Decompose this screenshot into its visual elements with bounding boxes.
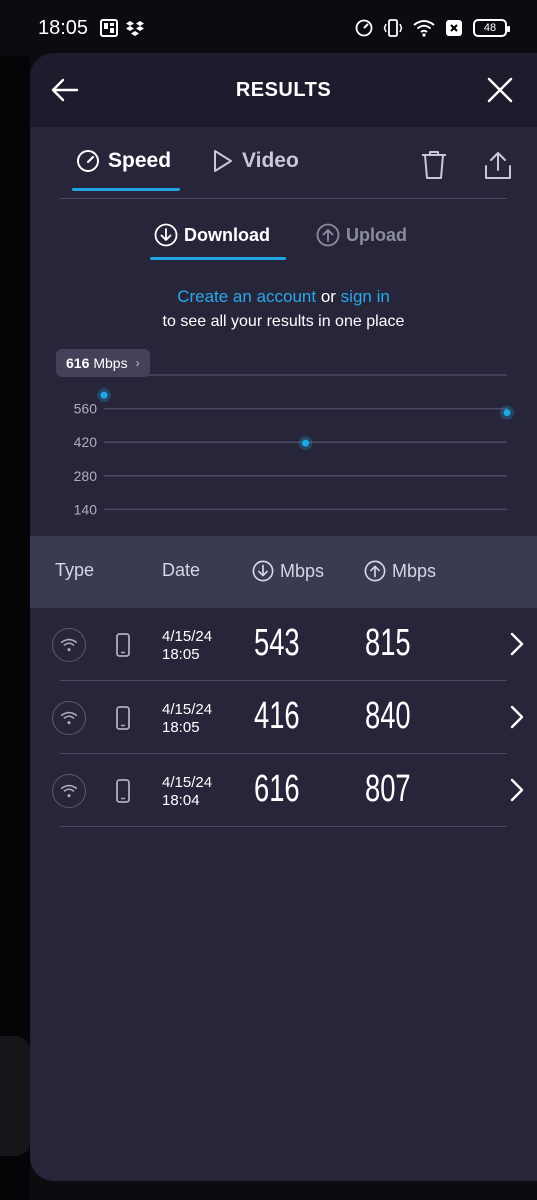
upload-arrow-icon xyxy=(364,560,386,582)
download-arrow-icon xyxy=(154,223,178,247)
tab-speed-label: Speed xyxy=(108,149,172,172)
upload-column-header: Mbps xyxy=(364,560,436,582)
row-datetime: 4/15/24 18:04 xyxy=(162,774,213,809)
trash-icon xyxy=(422,151,446,179)
prompt-subtext: to see all your results in one place xyxy=(162,313,405,330)
table-row[interactable]: 4/15/24 18:05 416 840 xyxy=(52,681,524,754)
result-type-tabs: Speed Video xyxy=(60,127,511,199)
chevron-right-icon: › xyxy=(135,356,140,370)
data-point xyxy=(100,391,108,399)
vibrate-icon xyxy=(383,19,403,37)
chevron-right-icon[interactable] xyxy=(509,778,525,806)
tab-download[interactable]: Download xyxy=(154,223,270,247)
y-tick-label: 280 xyxy=(74,468,98,484)
page-title: RESULTS xyxy=(235,78,332,101)
tab-video-label: Video xyxy=(242,149,299,172)
results-chart: 140280420560MbpsApr 2024Apr 2024 616 Mbp… xyxy=(30,343,537,533)
row-datetime: 4/15/24 18:05 xyxy=(162,701,213,736)
active-tab-indicator xyxy=(72,188,180,191)
date-column-header: Date xyxy=(162,560,201,580)
status-time: 18:05 xyxy=(38,16,89,39)
arrow-left-icon xyxy=(51,78,79,102)
data-point xyxy=(302,439,309,447)
phone-icon xyxy=(116,706,130,734)
wifi-connection-icon xyxy=(52,628,86,662)
row-upload-value: 840 xyxy=(365,695,411,737)
download-arrow-icon xyxy=(252,560,274,582)
results-sheet: RESULTS Speed Video Download Upload Crea… xyxy=(30,53,537,1181)
direction-tabs: Download Upload xyxy=(30,199,537,265)
sign-in-prompt: Create an account or sign in to see all … xyxy=(30,287,537,331)
tooltip-value: 616 xyxy=(66,355,90,371)
y-tick-label: 560 xyxy=(74,401,98,417)
play-icon xyxy=(214,150,232,172)
data-point xyxy=(503,409,511,417)
close-button[interactable] xyxy=(483,73,517,107)
row-upload-value: 807 xyxy=(365,768,411,810)
share-icon xyxy=(485,152,511,179)
tab-speed[interactable]: Speed xyxy=(76,149,171,173)
tab-video[interactable]: Video xyxy=(212,149,299,173)
table-row[interactable]: 4/15/24 18:04 616 807 xyxy=(52,754,524,827)
battery-indicator: 48 xyxy=(473,19,510,37)
download-column-header: Mbps xyxy=(252,560,324,582)
status-bar: 18:05 48 xyxy=(0,0,537,56)
speedometer-icon xyxy=(355,19,373,37)
y-tick-label: 420 xyxy=(74,434,98,450)
chevron-right-icon[interactable] xyxy=(509,705,525,733)
tab-upload[interactable]: Upload xyxy=(316,223,407,247)
sim-blocked-icon xyxy=(446,20,462,36)
back-button[interactable] xyxy=(48,73,82,107)
photo-grid-icon xyxy=(100,19,119,37)
phone-icon xyxy=(116,779,130,807)
active-subtab-indicator xyxy=(150,257,286,260)
table-header: Type Date Mbps Mbps xyxy=(30,536,537,608)
tab-download-label: Download xyxy=(184,224,270,245)
close-icon xyxy=(487,77,513,103)
type-column-header: Type xyxy=(55,560,95,580)
row-datetime: 4/15/24 18:05 xyxy=(162,628,213,663)
share-button[interactable] xyxy=(480,147,516,183)
row-download-value: 616 xyxy=(254,768,300,810)
phone-icon xyxy=(116,633,130,661)
selected-point-tooltip[interactable]: 616 Mbps › xyxy=(56,349,150,377)
table-row[interactable]: 4/15/24 18:05 543 815 xyxy=(52,608,524,681)
y-tick-label: 140 xyxy=(74,501,98,517)
sheet-header: RESULTS xyxy=(30,53,537,127)
wifi-connection-icon xyxy=(52,701,86,735)
row-download-value: 543 xyxy=(254,622,300,664)
results-list: 4/15/24 18:05 543 815 4/15/24 18:05 416 84… xyxy=(30,608,537,827)
row-upload-value: 815 xyxy=(365,622,411,664)
wifi-connection-icon xyxy=(52,774,86,808)
upload-arrow-icon xyxy=(316,223,340,247)
speedometer-icon xyxy=(77,150,99,172)
sign-in-link[interactable]: sign in xyxy=(341,287,390,306)
tooltip-unit: Mbps xyxy=(93,355,128,371)
wifi-icon xyxy=(413,20,435,37)
tab-upload-label: Upload xyxy=(346,224,407,245)
background-app xyxy=(0,56,30,1200)
create-account-link[interactable]: Create an account xyxy=(177,287,316,306)
delete-button[interactable] xyxy=(416,147,452,183)
chevron-right-icon[interactable] xyxy=(509,632,525,660)
row-download-value: 416 xyxy=(254,695,300,737)
dropbox-icon xyxy=(126,21,145,36)
